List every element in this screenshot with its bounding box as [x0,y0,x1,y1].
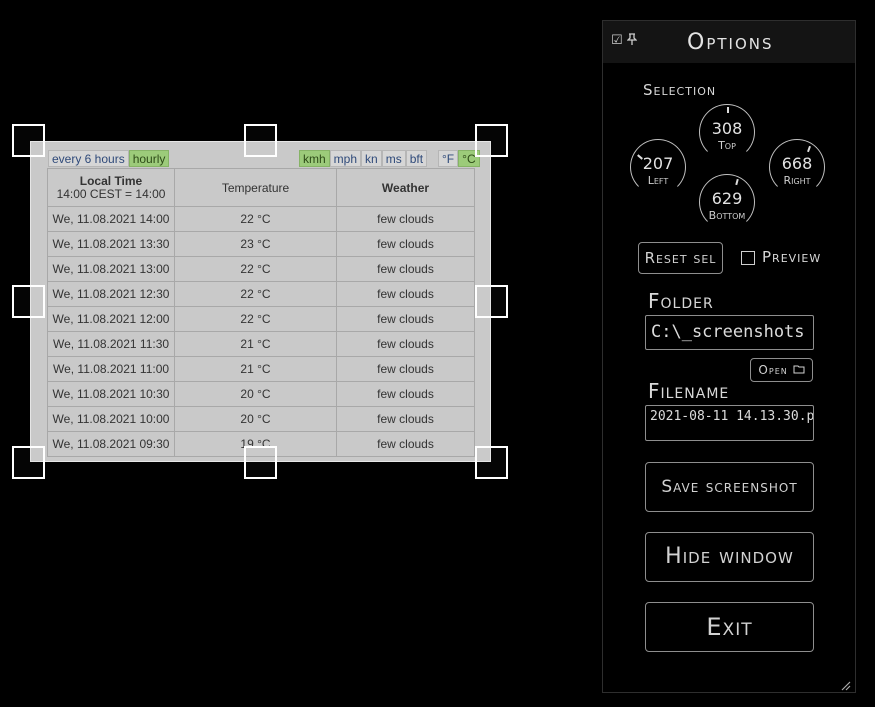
table-row: We, 11.08.2021 11:30 21 °C few clouds [47,331,475,357]
header-temperature: Temperature [174,168,337,207]
cell-weather: few clouds [336,331,475,357]
cell-temp: 22 °C [174,206,337,232]
cell-time: We, 11.08.2021 10:30 [47,381,175,407]
cell-weather: few clouds [336,356,475,382]
table-row: We, 11.08.2021 12:30 22 °C few clouds [47,281,475,307]
resize-grip-icon[interactable] [839,676,851,691]
cell-time: We, 11.08.2021 11:30 [47,331,175,357]
preview-label: Preview [762,248,822,266]
table-header-row: Local Time 14:00 CEST = 14:00 Temperatur… [47,168,475,207]
knob-bottom-caption: Bottom [708,209,746,222]
unit-kn-button[interactable]: kn [361,150,382,167]
hide-window-button[interactable]: Hide window [645,532,814,582]
table-row: We, 11.08.2021 13:30 23 °C few clouds [47,231,475,257]
reset-selection-button[interactable]: Reset sel [638,242,723,274]
folder-field[interactable]: C:\_screenshots [645,315,814,350]
cell-temp: 20 °C [174,381,337,407]
cell-temp: 23 °C [174,231,337,257]
cell-weather: few clouds [336,406,475,432]
header-weather: Weather [336,168,475,207]
selection-handle-left[interactable] [12,285,45,318]
knob-top[interactable]: 308 Top [699,104,755,160]
header-local-time-sub: 14:00 CEST = 14:00 [56,186,166,201]
cell-temp: 22 °C [174,281,337,307]
header-icons: ☑ [611,33,638,49]
table-row: We, 11.08.2021 10:30 20 °C few clouds [47,381,475,407]
cell-temp: 20 °C [174,406,337,432]
cell-weather: few clouds [336,281,475,307]
preview-checkbox[interactable] [741,251,755,265]
selection-handle-bottom[interactable] [244,446,277,479]
cell-time: We, 11.08.2021 14:00 [47,206,175,232]
knob-bottom-value: 629 [711,189,743,208]
table-row: We, 11.08.2021 12:00 22 °C few clouds [47,306,475,332]
cell-weather: few clouds [336,306,475,332]
cell-time: We, 11.08.2021 13:30 [47,231,175,257]
cell-time: We, 11.08.2021 13:00 [47,256,175,282]
unit-kmh-button[interactable]: kmh [299,150,330,167]
knob-top-caption: Top [718,139,736,152]
selection-handle-right[interactable] [475,285,508,318]
interval-hourly-button[interactable]: hourly [128,150,170,167]
filename-field[interactable]: 2021-08-11 14.13.30.png [645,405,814,441]
weather-table: Local Time 14:00 CEST = 14:00 Temperatur… [47,168,475,457]
table-row: We, 11.08.2021 10:00 20 °C few clouds [47,406,475,432]
open-folder-button[interactable]: Open [750,358,813,382]
exit-button[interactable]: Exit [645,602,814,652]
open-folder-label: Open [758,363,788,377]
interval-group: every 6 hours hourly [48,150,170,167]
cell-weather: few clouds [336,256,475,282]
cell-temp: 22 °C [174,306,337,332]
knob-left-caption: Left [647,174,669,187]
selection-label: Selection [643,81,717,99]
cell-time: We, 11.08.2021 09:30 [47,431,175,457]
cell-weather: few clouds [336,431,475,457]
options-panel: ☑ Options Selection 308 Top 207 Left 668… [602,20,856,693]
pin-icon[interactable] [626,33,638,49]
header-local-time: Local Time 14:00 CEST = 14:00 [47,168,175,207]
unit-ms-button[interactable]: ms [381,150,406,167]
folder-label: Folder [648,289,714,313]
knob-right-caption: Right [783,174,811,187]
table-row: We, 11.08.2021 13:00 22 °C few clouds [47,256,475,282]
knob-bottom[interactable]: 629 Bottom [699,174,755,230]
cell-temp: 22 °C [174,256,337,282]
cell-weather: few clouds [336,231,475,257]
table-row: We, 11.08.2021 14:00 22 °C few clouds [47,206,475,232]
cell-time: We, 11.08.2021 12:00 [47,306,175,332]
panel-title: Options [687,30,774,55]
unit-mph-button[interactable]: mph [329,150,362,167]
cell-temp: 21 °C [174,356,337,382]
folder-icon [793,363,805,377]
panel-header: ☑ Options [603,21,855,63]
unit-bft-button[interactable]: bft [405,150,428,167]
speed-unit-group: kmh mph kn ms bft [299,150,428,167]
selection-handle-bottom-left[interactable] [12,446,45,479]
knob-right[interactable]: 668 Right [769,139,825,195]
selection-handle-top-left[interactable] [12,124,45,157]
temp-unit-group: °F °C [438,150,480,167]
cell-time: We, 11.08.2021 10:00 [47,406,175,432]
cell-time: We, 11.08.2021 12:30 [47,281,175,307]
selection-handle-top-right[interactable] [475,124,508,157]
filename-label: Filename [648,379,730,403]
cell-weather: few clouds [336,381,475,407]
table-row: We, 11.08.2021 11:00 21 °C few clouds [47,356,475,382]
cell-time: We, 11.08.2021 11:00 [47,356,175,382]
knob-top-value: 308 [711,119,743,138]
unit-fahrenheit-button[interactable]: °F [438,150,459,167]
interval-6h-button[interactable]: every 6 hours [48,150,129,167]
selection-handle-top[interactable] [244,124,277,157]
knob-left-value: 207 [642,154,674,173]
save-screenshot-button[interactable]: Save screenshot [645,462,814,512]
header-local-time-label: Local Time [79,173,143,188]
knob-right-value: 668 [781,154,813,173]
knob-left[interactable]: 207 Left [630,139,686,195]
captured-weather-widget: every 6 hours hourly kmh mph kn ms bft °… [30,141,491,462]
cell-temp: 21 °C [174,331,337,357]
selection-handle-bottom-right[interactable] [475,446,508,479]
cell-weather: few clouds [336,206,475,232]
checkbox-icon[interactable]: ☑ [611,33,623,49]
